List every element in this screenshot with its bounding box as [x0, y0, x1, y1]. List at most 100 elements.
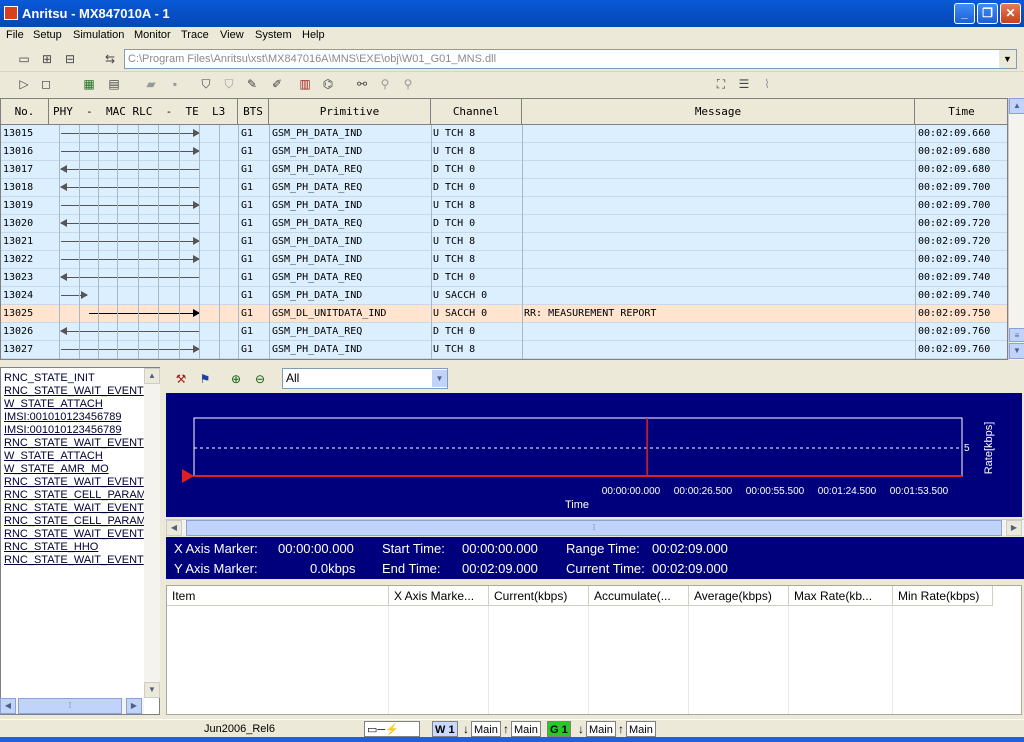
state-list-item[interactable]: RNC_STATE_WAIT_EVENT: [4, 554, 144, 567]
open-folder-icon[interactable]: ▰: [143, 76, 159, 92]
network-icon[interactable]: ⊞: [39, 51, 55, 67]
menu-monitor[interactable]: Monitor: [134, 29, 171, 41]
menu-view[interactable]: View: [220, 29, 244, 41]
state-list-item[interactable]: RNC_STATE_CELL_PARAM: [4, 489, 146, 502]
stats-header-average[interactable]: Average(kbps): [689, 586, 789, 606]
scroll-down-icon[interactable]: ▼: [1009, 343, 1024, 359]
stats-header-min-rate[interactable]: Min Rate(kbps): [893, 586, 993, 606]
table-row[interactable]: 13024 G1 GSM_PH_DATA_IND U SACCH 0 00:02:09.…: [1, 287, 1007, 305]
col-header-primitive[interactable]: Primitive: [269, 99, 431, 125]
menu-file[interactable]: File: [6, 29, 24, 41]
table-row[interactable]: 13023 G1 GSM_PH_DATA_REQ D TCH 0 00:02:09.74…: [1, 269, 1007, 287]
graph-icon[interactable]: ⌇: [759, 76, 775, 92]
h-scroll-thumb[interactable]: ⁞: [186, 520, 1002, 536]
table-row[interactable]: 13022 G1 GSM_PH_DATA_IND U TCH 8 00:02:09.74…: [1, 251, 1007, 269]
state-list-item[interactable]: RNC_STATE_INIT: [4, 372, 95, 385]
h-scroll-thumb[interactable]: ⁞: [18, 698, 122, 714]
state-list-item[interactable]: IMSI:001010123456789: [4, 424, 121, 437]
chevron-down-icon[interactable]: ▼: [432, 370, 447, 387]
col-header-bts[interactable]: BTS: [238, 99, 269, 125]
state-list-vertical-scrollbar[interactable]: ▲ ▼: [144, 368, 160, 698]
table-row[interactable]: 13025 G1 GSM_DL_UNITDATA_IND U SACCH 0 RR: M…: [1, 305, 1007, 323]
stats-header-item[interactable]: Item: [167, 586, 389, 606]
menu-trace[interactable]: Trace: [181, 29, 209, 41]
col-header-time[interactable]: Time: [915, 99, 1007, 125]
restore-button[interactable]: ❐: [977, 3, 998, 24]
table-icon[interactable]: ▦: [81, 76, 97, 92]
filter-icon[interactable]: ⛉: [198, 76, 214, 92]
close-button[interactable]: ✕: [1000, 3, 1021, 24]
table-row[interactable]: 13021 G1 GSM_PH_DATA_IND U TCH 8 00:02:09.72…: [1, 233, 1007, 251]
monitor-icon[interactable]: ▭: [16, 51, 32, 67]
scroll-down-icon[interactable]: ▼: [144, 682, 160, 698]
refresh-icon[interactable]: ⇆: [102, 51, 118, 67]
stats-header-max-rate[interactable]: Max Rate(kb...: [789, 586, 893, 606]
scroll-thumb[interactable]: ≡: [1009, 328, 1024, 342]
scroll-up-icon[interactable]: ▲: [1009, 98, 1024, 114]
graph-filter-select[interactable]: All: [282, 368, 448, 389]
scroll-left-icon[interactable]: ◀: [0, 698, 16, 714]
y-marker-triangle[interactable]: [182, 469, 194, 483]
scroll-right-icon[interactable]: ▶: [1006, 520, 1022, 536]
state-list-horizontal-scrollbar[interactable]: ◀ ⁞ ▶: [0, 698, 144, 714]
state-list-item[interactable]: RNC_STATE_WAIT_EVENT: [4, 476, 144, 489]
table-row[interactable]: 13019 G1 GSM_PH_DATA_IND U TCH 8 00:02:09.70…: [1, 197, 1007, 215]
play-icon[interactable]: ▷: [16, 76, 32, 92]
decode-icon[interactable]: ⌬: [320, 76, 336, 92]
graph-horizontal-scrollbar[interactable]: ◀ ⁞ ▶: [166, 519, 1024, 536]
col-header-no[interactable]: No.: [1, 99, 49, 125]
rate-graph[interactable]: 5 Rate[kbps] 00:00:00.000 00:00:26.500 00:…: [166, 393, 1022, 517]
highlight-icon[interactable]: ✐: [269, 76, 285, 92]
grid-vertical-scrollbar[interactable]: ▲ ≡ ▼: [1008, 98, 1024, 360]
scroll-right-icon[interactable]: ▶: [126, 698, 142, 714]
menu-help[interactable]: Help: [302, 29, 325, 41]
state-list-item[interactable]: W_STATE_AMR_MO: [4, 463, 109, 476]
state-list-item[interactable]: W_STATE_ATTACH: [4, 398, 103, 411]
zoom-out-icon[interactable]: ⊖: [252, 371, 268, 387]
state-list-item[interactable]: IMSI:001010123456789: [4, 411, 121, 424]
minimize-button[interactable]: _: [954, 3, 975, 24]
stats-header-accumulate[interactable]: Accumulate(...: [589, 586, 689, 606]
dll-path-field[interactable]: C:\Program Files\Anritsu\xst\MX847016A\M…: [124, 49, 1017, 69]
flag-icon[interactable]: ⚑: [197, 371, 213, 387]
table-row[interactable]: 13017 G1 GSM_PH_DATA_REQ D TCH 0 00:02:09.68…: [1, 161, 1007, 179]
binoculars-icon[interactable]: ⚯: [354, 76, 370, 92]
col-header-channel[interactable]: Channel: [431, 99, 522, 125]
menu-system[interactable]: System: [255, 29, 292, 41]
state-list-item[interactable]: RNC_STATE_WAIT_EVENT: [4, 385, 144, 398]
table-row[interactable]: 13020 G1 GSM_PH_DATA_REQ D TCH 0 00:02:09.72…: [1, 215, 1007, 233]
col-header-layers[interactable]: PHY - MAC RLC - TE L3: [49, 99, 238, 125]
table-row[interactable]: 13015 G1 GSM_PH_DATA_IND U TCH 8 00:02:09.66…: [1, 125, 1007, 143]
save-icon[interactable]: ▪: [167, 76, 183, 92]
stats-header-current[interactable]: Current(kbps): [489, 586, 589, 606]
find-prev-icon[interactable]: ⚲: [377, 76, 393, 92]
state-list-item[interactable]: RNC_STATE_WAIT_EVENT: [4, 437, 144, 450]
state-list-item[interactable]: RNC_STATE_WAIT_EVENT: [4, 528, 144, 541]
zoom-in-icon[interactable]: ⊕: [228, 371, 244, 387]
hammer-icon[interactable]: ⚒: [173, 371, 189, 387]
stats-header-x-axis-marker[interactable]: X Axis Marke...: [389, 586, 489, 606]
table-row[interactable]: 13027 G1 GSM_PH_DATA_IND U TCH 8 00:02:09.76…: [1, 341, 1007, 359]
table-row[interactable]: 13016 G1 GSM_PH_DATA_IND U TCH 8 00:02:09.68…: [1, 143, 1007, 161]
find-next-icon[interactable]: ⚲: [400, 76, 416, 92]
state-list-item[interactable]: RNC_STATE_WAIT_EVENT: [4, 502, 144, 515]
menu-setup[interactable]: Setup: [33, 29, 62, 41]
config-icon[interactable]: ⊟: [62, 51, 78, 67]
fit-icon[interactable]: ⛶: [713, 76, 729, 92]
chevron-down-icon[interactable]: ▼: [999, 50, 1016, 68]
layers-icon[interactable]: ▥: [297, 76, 313, 92]
state-list-item[interactable]: W_STATE_ATTACH: [4, 450, 103, 463]
table-row[interactable]: 13018 G1 GSM_PH_DATA_REQ D TCH 0 00:02:09.70…: [1, 179, 1007, 197]
stop-icon[interactable]: ◻: [38, 76, 54, 92]
menu-simulation[interactable]: Simulation: [73, 29, 124, 41]
filter-off-icon[interactable]: ⛉: [221, 76, 237, 92]
table-row[interactable]: 13026 G1 GSM_PH_DATA_REQ D TCH 0 00:02:09.76…: [1, 323, 1007, 341]
pen-icon[interactable]: ✎: [244, 76, 260, 92]
columns-icon[interactable]: ☰: [736, 76, 752, 92]
scroll-left-icon[interactable]: ◀: [166, 520, 182, 536]
scroll-up-icon[interactable]: ▲: [144, 368, 160, 384]
col-header-message[interactable]: Message: [522, 99, 915, 125]
state-list-item[interactable]: RNC_STATE_CELL_PARAM: [4, 515, 146, 528]
state-list-item[interactable]: RNC_STATE_HHO: [4, 541, 98, 554]
report-icon[interactable]: ▤: [106, 76, 122, 92]
